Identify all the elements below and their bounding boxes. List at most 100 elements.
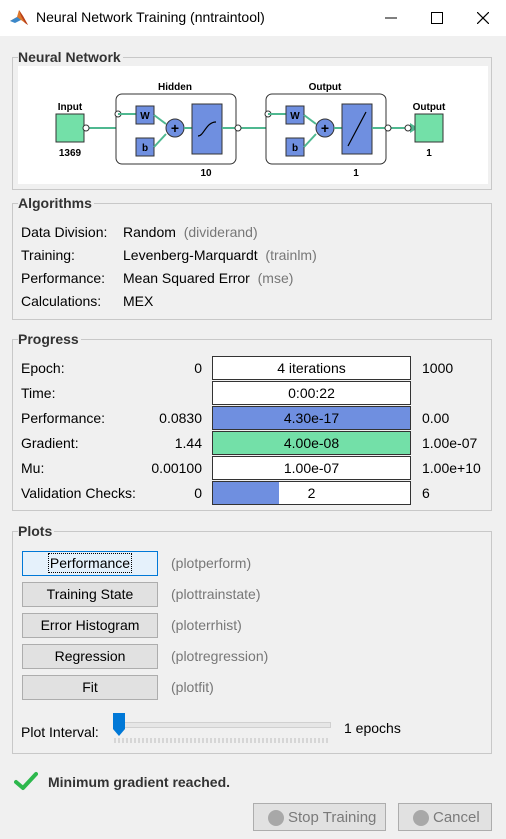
progress-label: Performance: <box>21 410 106 426</box>
minimize-button[interactable] <box>368 0 414 36</box>
network-diagram: Input 1369 Hidden W b + 10 Output W b + … <box>18 66 488 184</box>
hidden-layer-size: 10 <box>200 168 212 179</box>
progress-min: 0 <box>194 360 202 376</box>
progress-max: 1.00e+10 <box>422 460 481 476</box>
plot-training-state-button[interactable]: Training State <box>22 582 158 607</box>
svg-text:b: b <box>292 143 298 154</box>
progress-bar: 4.00e-08 <box>212 431 411 455</box>
progress-bar: 4.30e-17 <box>212 406 411 430</box>
progress-max: 0.00 <box>422 410 450 426</box>
algorithm-value: Levenberg-Marquardt (trainlm) <box>123 247 317 263</box>
input-label: Input <box>58 102 83 113</box>
progress-max: 6 <box>422 485 430 501</box>
progress-label: Mu: <box>21 460 45 476</box>
plot-function: (ploterrhist) <box>171 617 242 633</box>
plot-function: (plotperform) <box>171 555 252 571</box>
close-button[interactable] <box>460 0 506 36</box>
plot-interval-label: Plot Interval: <box>21 724 99 740</box>
matlab-icon <box>10 10 28 25</box>
output-layer-label: Output <box>309 82 342 93</box>
plot-button-label: Fit <box>82 679 98 695</box>
plot-interval-value: 1 epochs <box>344 720 401 736</box>
progress-max: 1000 <box>422 360 454 376</box>
plot-interval-slider[interactable] <box>113 712 331 746</box>
plot-fit-button[interactable]: Fit <box>22 675 158 700</box>
window-title: Neural Network Training (nntraintool) <box>36 9 265 25</box>
output-size: 1 <box>426 148 432 159</box>
progress-section-title: Progress <box>18 331 81 347</box>
progress-label: Validation Checks: <box>21 485 136 501</box>
plots-section-title: Plots <box>18 523 55 539</box>
plot-function: (plotfit) <box>171 679 214 695</box>
plot-function: (plottrainstate) <box>171 586 261 602</box>
input-size: 1369 <box>59 148 82 159</box>
plot-button-label: Error Histogram <box>40 617 140 633</box>
title-bar: Neural Network Training (nntraintool) <box>0 0 506 36</box>
plot-function: (plotregression) <box>171 648 269 664</box>
svg-text:W: W <box>140 111 150 122</box>
plot-regression-button[interactable]: Regression <box>22 644 158 669</box>
algorithm-name: Mean Squared Error <box>123 270 250 286</box>
status-message: Minimum gradient reached. <box>48 774 231 790</box>
progress-min: 1.44 <box>174 435 202 451</box>
plot-performance-button[interactable]: Performance <box>22 551 158 576</box>
algorithm-name: MEX <box>123 293 154 309</box>
algorithm-label: Calculations: <box>21 293 102 309</box>
algorithms-section-title: Algorithms <box>18 195 94 211</box>
stop-training-button[interactable]: Stop Training <box>253 803 386 831</box>
progress-value: 0:00:22 <box>288 385 335 401</box>
algorithm-value: Mean Squared Error (mse) <box>123 270 293 286</box>
slider-ticks <box>113 713 328 743</box>
progress-bar: 4 iterations <box>212 356 411 380</box>
progress-min: 0.00100 <box>151 460 202 476</box>
progress-bar: 2 <box>212 481 411 505</box>
progress-bar: 1.00e-07 <box>212 456 411 480</box>
hidden-layer-label: Hidden <box>158 82 192 93</box>
algorithm-function: (dividerand) <box>183 224 258 240</box>
cancel-button[interactable]: Cancel <box>398 803 492 831</box>
progress-max: 1.00e-07 <box>422 435 478 451</box>
output-block <box>414 113 444 143</box>
algorithm-function: (mse) <box>257 270 294 286</box>
algorithm-value: Random (dividerand) <box>123 224 258 240</box>
progress-min: 0 <box>194 485 202 501</box>
algorithm-name: Random <box>123 224 176 240</box>
hidden-transfer-block <box>191 103 223 155</box>
plot-error-histogram-button[interactable]: Error Histogram <box>22 613 158 638</box>
progress-value: 4.30e-17 <box>283 410 340 426</box>
algorithm-label: Training: <box>21 247 75 263</box>
input-block <box>55 113 85 143</box>
output-layer-size: 1 <box>353 168 359 179</box>
algorithm-function: (trainlm) <box>265 247 317 263</box>
algorithm-name: Levenberg-Marquardt <box>123 247 258 263</box>
plot-button-label: Performance <box>47 553 133 573</box>
network-section-title: Neural Network <box>18 49 123 65</box>
svg-text:+: + <box>321 120 329 136</box>
progress-value: 2 <box>307 485 316 501</box>
progress-label: Gradient: <box>21 435 79 451</box>
slider-thumb <box>113 713 125 736</box>
output-label: Output <box>413 102 446 113</box>
progress-bar: 0:00:22 <box>212 381 411 405</box>
algorithm-label: Performance: <box>21 270 106 286</box>
algorithm-value: MEX <box>123 293 153 309</box>
maximize-icon <box>431 12 443 24</box>
svg-text:+: + <box>171 120 179 136</box>
plot-button-label: Training State <box>46 586 134 602</box>
check-icon <box>14 772 38 790</box>
svg-text:W: W <box>290 111 300 122</box>
progress-label: Epoch: <box>21 360 65 376</box>
progress-min: 0.0830 <box>159 410 202 426</box>
progress-label: Time: <box>21 385 56 401</box>
svg-text:b: b <box>142 143 148 154</box>
plot-button-label: Regression <box>54 648 126 664</box>
cancel-icon <box>413 810 429 826</box>
progress-value: 4 iterations <box>277 360 346 376</box>
algorithm-label: Data Division: <box>21 224 108 240</box>
stop-icon <box>268 810 284 826</box>
maximize-button[interactable] <box>414 0 460 36</box>
close-icon <box>477 12 489 24</box>
minimize-icon <box>385 17 397 19</box>
progress-value: 4.00e-08 <box>283 435 340 451</box>
network-diagram-svg: Input 1369 Hidden W b + 10 Output W b + … <box>55 82 446 179</box>
